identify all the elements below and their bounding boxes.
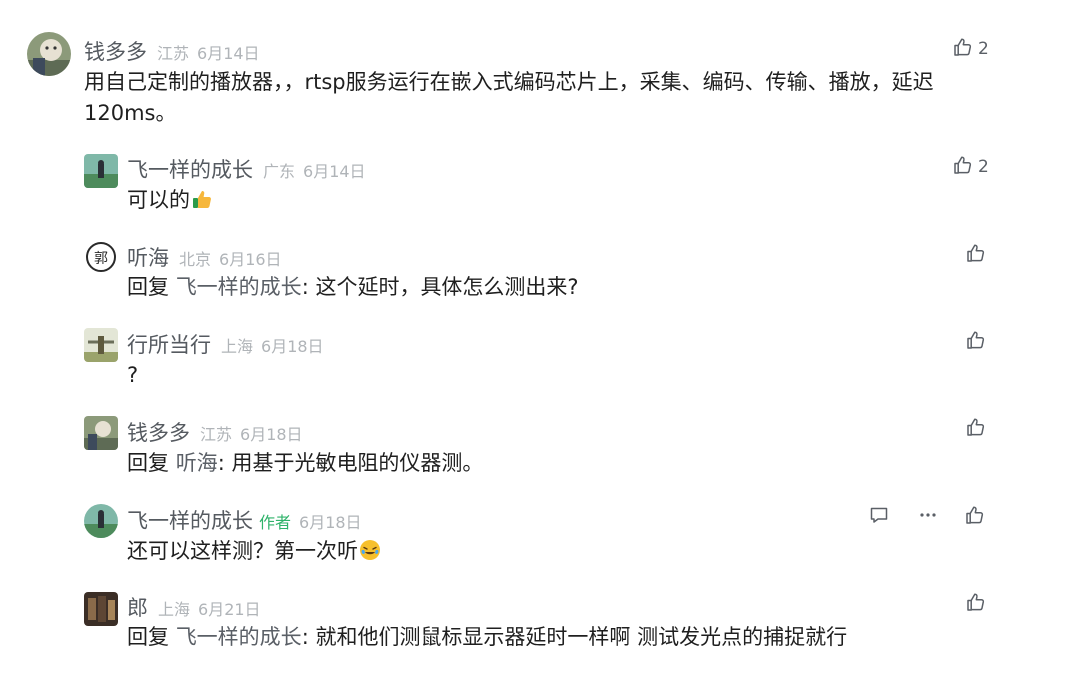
reply-prefix: 回复 [127,451,176,475]
avatar[interactable] [84,154,118,188]
reply-item: 行所当行 上海 6月18日 ? [0,318,1080,406]
date-label: 6月14日 [303,162,366,181]
thumbs-up-outline-icon [953,155,973,179]
reply-item: 飞一样的成长 广东 6月14日 2 可以的 [0,140,1080,230]
comment-actions [966,330,986,354]
author-name[interactable]: 飞一样的成长 [127,154,253,184]
comment-actions: 2 [953,37,989,61]
comment-meta: 听海 北京 6月16日 [127,242,282,272]
avatar[interactable] [84,328,118,362]
date-label: 6月18日 [261,337,324,356]
date-label: 6月18日 [240,425,303,444]
thumbs-up-outline-icon [966,330,986,354]
comment-meta: 郎 上海 6月21日 [127,592,261,622]
comment-text: 还可以这样测？第一次听 [127,536,381,567]
comment-bubble-icon [869,505,889,529]
like-button[interactable]: 2 [953,155,989,179]
reply-target-link[interactable]: 听海 [176,451,218,475]
like-count: 2 [978,39,989,59]
reply-target-link[interactable]: 飞一样的成长 [176,625,302,649]
region-label: 上海 [158,600,191,619]
region-label: 上海 [221,337,254,356]
date-label: 6月18日 [299,513,362,532]
comment-text-line: ? [127,363,139,387]
date-label: 6月21日 [198,600,261,619]
region-label: 北京 [179,250,212,269]
avatar[interactable] [84,504,118,538]
comment-text: 回复 听海: 用基于光敏电阻的仪器测。 [127,448,483,479]
comment-item: 钱多多 江苏 6月14日 2 用自己定制的播放器，，rtsp服务运行在嵌入式编码… [0,0,1080,140]
comment-actions [966,243,986,267]
comment-meta: 行所当行 上海 6月18日 [127,329,324,359]
region-label: 广东 [263,162,296,181]
laughing-crying-emoji [359,539,381,561]
like-button[interactable] [966,330,986,354]
date-label: 6月14日 [197,44,260,63]
comment-meta: 飞一样的成长 广东 6月14日 [127,154,366,184]
region-label: 江苏 [157,44,190,63]
comment-actions: 2 [953,155,989,179]
reply-prefix: 回复 [127,625,176,649]
avatar[interactable] [27,32,71,76]
comment-text-line: : 用基于光敏电阻的仪器测。 [217,451,484,475]
reply-item: 钱多多 江苏 6月18日 回复 听海: 用基于光敏电阻的仪器测。 [0,406,1080,494]
like-button[interactable]: 2 [953,37,989,61]
author-name[interactable]: 听海 [127,242,169,272]
like-count: 2 [978,157,989,177]
reply-button[interactable] [868,506,890,528]
comment-text-line: 还可以这样测？第一次听 [127,539,358,563]
thumbs-up-outline-icon [953,37,973,61]
comment-actions [966,417,986,441]
comment-text-line: : 这个延时，具体怎么测出来? [301,275,579,299]
comment-text: 用自己定制的播放器，，rtsp服务运行在嵌入式编码芯片上，采集、编码、传输、播放… [84,67,984,129]
like-button[interactable] [966,592,986,616]
reply-item: 飞一样的成长 作者 6月18日 还可以这样测？第一次听 [0,494,1080,582]
comment-text-line: 可以的 [127,188,190,212]
avatar[interactable] [84,592,118,626]
comment-text: ? [127,360,138,391]
comment-text: 回复 飞一样的成长: 这个延时，具体怎么测出来? [127,272,579,303]
thumbs-up-outline-icon [965,505,985,529]
comment-actions [966,592,986,616]
thumbs-up-outline-icon [966,592,986,616]
author-name[interactable]: 飞一样的成长 [127,505,253,535]
author-name[interactable]: 行所当行 [127,329,211,359]
thumbs-up-outline-icon [966,417,986,441]
thumbs-up-emoji [191,188,213,210]
comment-actions [868,505,985,529]
like-button[interactable] [966,243,986,267]
thumbs-up-outline-icon [966,243,986,267]
comment-meta: 飞一样的成长 作者 6月18日 [127,505,362,535]
comment-meta: 钱多多 江苏 6月18日 [127,417,303,447]
author-name[interactable]: 郎 [127,592,148,622]
avatar[interactable]: 郭 [84,240,118,274]
comment-text-line: 用自己定制的播放器，，rtsp服务运行在嵌入式编码芯片上，采集、编码、传输、播放… [84,70,934,94]
author-badge: 作者 [259,513,292,532]
more-dots-icon [918,505,938,529]
svg-text:郭: 郭 [94,250,108,267]
reply-item: 郎 上海 6月21日 回复 飞一样的成长: 就和他们测鼠标显示器延时一样啊 测试… [0,582,1080,678]
more-button[interactable] [917,506,939,528]
reply-prefix: 回复 [127,275,176,299]
author-name[interactable]: 钱多多 [84,36,147,66]
comment-text: 可以的 [127,185,213,216]
date-label: 6月16日 [219,250,282,269]
comment-meta: 钱多多 江苏 6月14日 [84,36,260,66]
reply-item: 郭 听海 北京 6月16日 回复 飞一样的成长: 这个延时，具体怎么测出来? [0,230,1080,318]
comment-text-line: 120ms。 [84,101,177,125]
author-name[interactable]: 钱多多 [127,417,190,447]
like-button[interactable] [966,417,986,441]
comment-text: 回复 飞一样的成长: 就和他们测鼠标显示器延时一样啊 测试发光点的捕捉就行 [127,622,847,653]
like-button[interactable] [965,505,985,529]
region-label: 江苏 [200,425,233,444]
comment-text-line: : 就和他们测鼠标显示器延时一样啊 测试发光点的捕捉就行 [301,625,848,649]
avatar[interactable] [84,416,118,450]
reply-target-link[interactable]: 飞一样的成长 [176,275,302,299]
